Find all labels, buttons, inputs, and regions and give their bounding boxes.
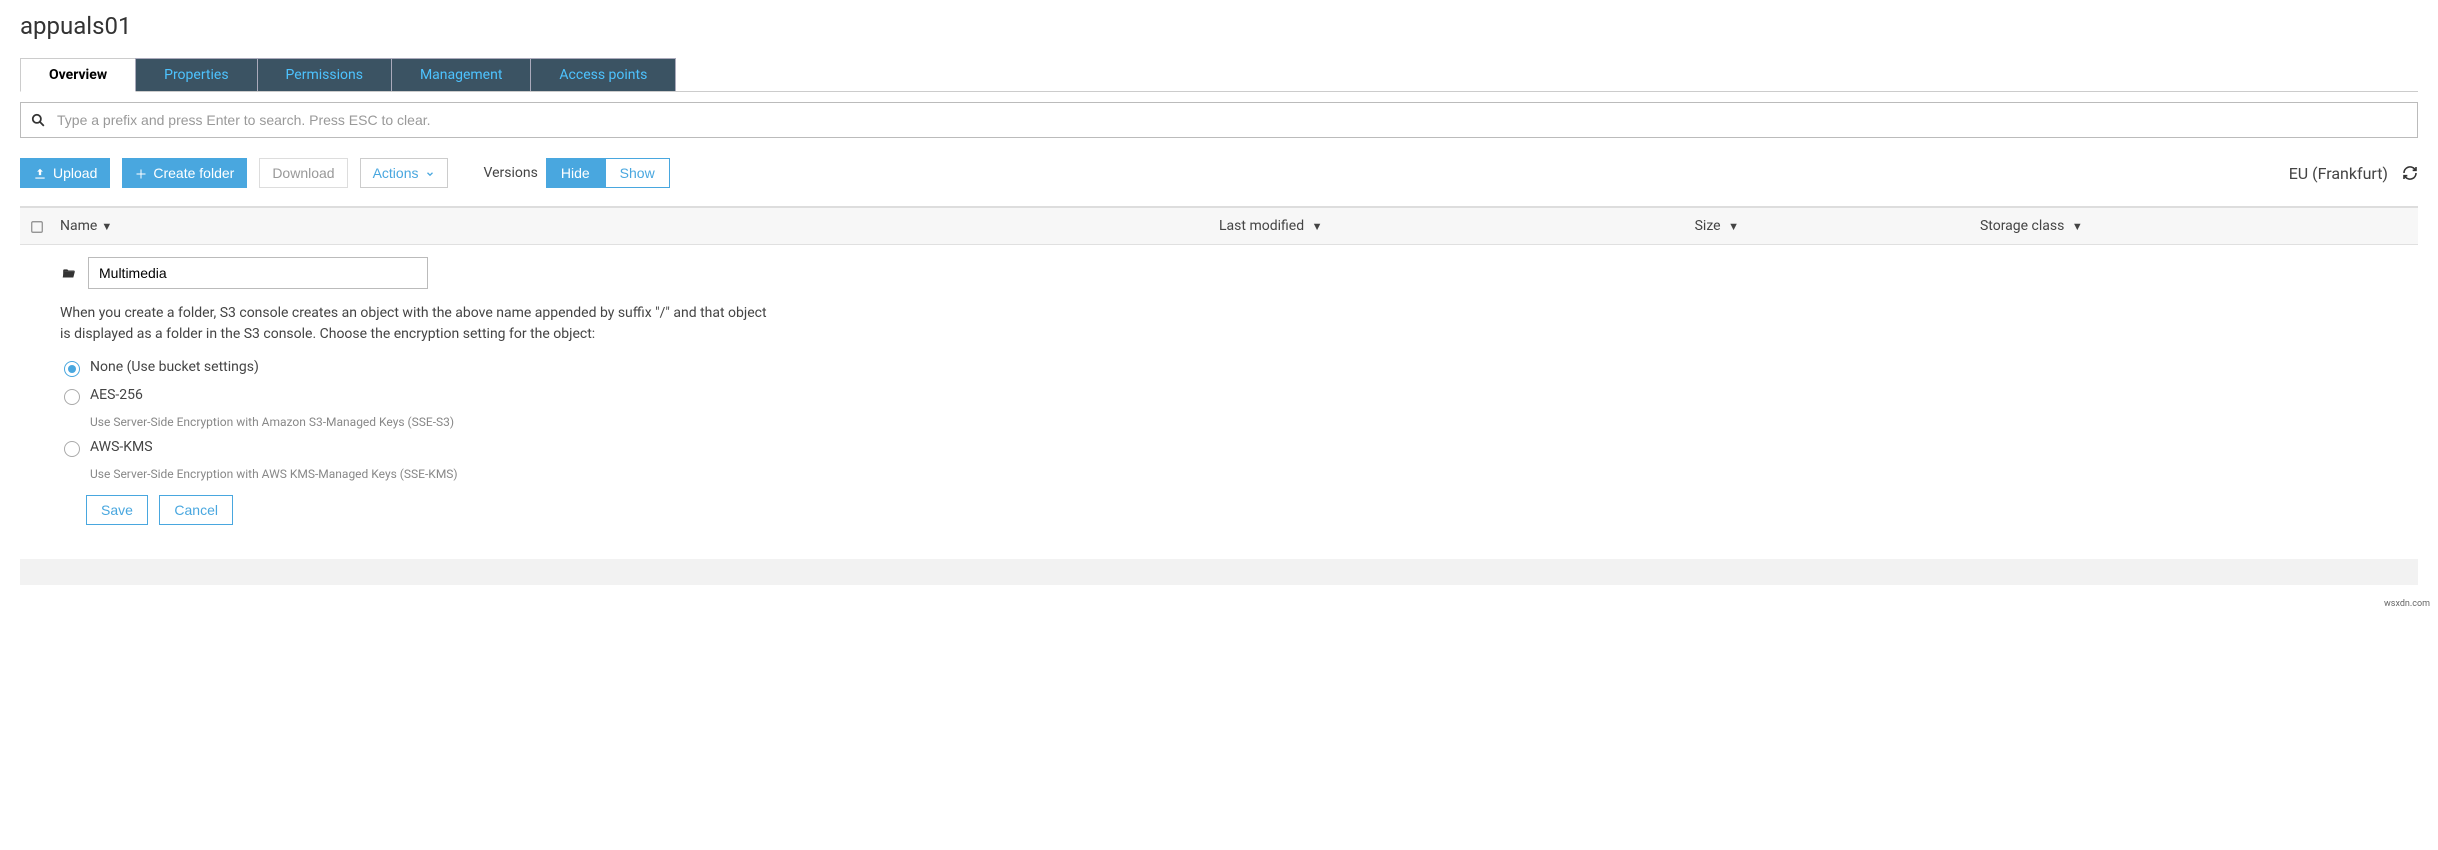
table-header: Name ▼ Last modified ▼ Size ▼ Storage cl… bbox=[20, 206, 2418, 245]
object-table: Name ▼ Last modified ▼ Size ▼ Storage cl… bbox=[20, 206, 2418, 549]
versions-toggle: Versions Hide Show bbox=[484, 158, 670, 188]
search-input[interactable] bbox=[55, 111, 2407, 129]
create-folder-form: When you create a folder, S3 console cre… bbox=[20, 245, 2418, 549]
versions-show-button[interactable]: Show bbox=[605, 158, 670, 188]
radio-aes-desc: Use Server-Side Encryption with Amazon S… bbox=[90, 415, 2378, 429]
attribution: wsxdn.com bbox=[0, 597, 2438, 609]
search-icon bbox=[31, 112, 45, 128]
col-size[interactable]: Size ▼ bbox=[1695, 218, 1980, 234]
folder-open-icon bbox=[60, 265, 78, 281]
create-folder-label: Create folder bbox=[153, 165, 234, 181]
encryption-options: None (Use bucket settings) AES-256 Use S… bbox=[60, 359, 2378, 481]
search-bar[interactable] bbox=[20, 102, 2418, 138]
tab-management[interactable]: Management bbox=[391, 58, 531, 91]
col-name[interactable]: Name ▼ bbox=[60, 218, 1219, 234]
folder-name-input[interactable] bbox=[88, 257, 428, 289]
col-last-modified[interactable]: Last modified ▼ bbox=[1219, 218, 1695, 234]
plus-icon bbox=[135, 165, 147, 181]
cancel-button[interactable]: Cancel bbox=[159, 495, 233, 525]
region-group: EU (Frankfurt) bbox=[2289, 164, 2418, 183]
col-size-label: Size bbox=[1695, 218, 1721, 234]
radio-icon bbox=[64, 441, 80, 457]
footer-bar bbox=[20, 559, 2418, 585]
tab-properties[interactable]: Properties bbox=[135, 58, 257, 91]
form-buttons: Save Cancel bbox=[86, 495, 2378, 525]
radio-aws-kms[interactable]: AWS-KMS bbox=[64, 439, 2378, 457]
radio-icon-selected bbox=[64, 361, 80, 377]
caret-down-icon: ▼ bbox=[101, 220, 112, 233]
versions-label: Versions bbox=[484, 165, 538, 181]
versions-hide-button[interactable]: Hide bbox=[546, 158, 605, 188]
actions-button[interactable]: Actions bbox=[360, 158, 448, 188]
upload-button[interactable]: Upload bbox=[20, 158, 110, 188]
region-name: EU (Frankfurt) bbox=[2289, 164, 2388, 183]
toolbar: Upload Create folder Download Actions Ve… bbox=[20, 158, 2418, 188]
col-storage-class[interactable]: Storage class ▼ bbox=[1980, 218, 2408, 234]
radio-none[interactable]: None (Use bucket settings) bbox=[64, 359, 2378, 377]
tabs: Overview Properties Permissions Manageme… bbox=[20, 58, 2418, 92]
download-button: Download bbox=[259, 158, 347, 188]
tab-overview[interactable]: Overview bbox=[20, 58, 136, 92]
refresh-icon[interactable] bbox=[2402, 165, 2418, 181]
col-last-modified-label: Last modified bbox=[1219, 218, 1304, 234]
col-name-label: Name bbox=[60, 218, 97, 234]
radio-kms-desc: Use Server-Side Encryption with AWS KMS-… bbox=[90, 467, 2378, 481]
radio-icon bbox=[64, 389, 80, 405]
radio-aes-label: AES-256 bbox=[90, 387, 143, 403]
radio-kms-label: AWS-KMS bbox=[90, 439, 153, 455]
create-folder-button[interactable]: Create folder bbox=[122, 158, 247, 188]
tab-permissions[interactable]: Permissions bbox=[257, 58, 392, 91]
bucket-title: appuals01 bbox=[20, 12, 2418, 40]
select-all-checkbox[interactable] bbox=[30, 218, 60, 234]
chevron-down-icon bbox=[425, 165, 435, 181]
radio-aes256[interactable]: AES-256 bbox=[64, 387, 2378, 405]
upload-icon bbox=[33, 165, 47, 181]
upload-label: Upload bbox=[53, 165, 97, 181]
save-button[interactable]: Save bbox=[86, 495, 148, 525]
folder-name-row bbox=[60, 257, 2378, 289]
page: appuals01 Overview Properties Permission… bbox=[0, 0, 2438, 597]
tab-access-points[interactable]: Access points bbox=[530, 58, 676, 91]
col-storage-class-label: Storage class bbox=[1980, 218, 2064, 234]
radio-none-label: None (Use bucket settings) bbox=[90, 359, 259, 375]
caret-down-icon: ▼ bbox=[1728, 220, 1739, 233]
caret-down-icon: ▼ bbox=[2072, 220, 2083, 233]
caret-down-icon: ▼ bbox=[1312, 220, 1323, 233]
create-folder-help: When you create a folder, S3 console cre… bbox=[60, 303, 780, 345]
actions-label: Actions bbox=[373, 165, 419, 181]
